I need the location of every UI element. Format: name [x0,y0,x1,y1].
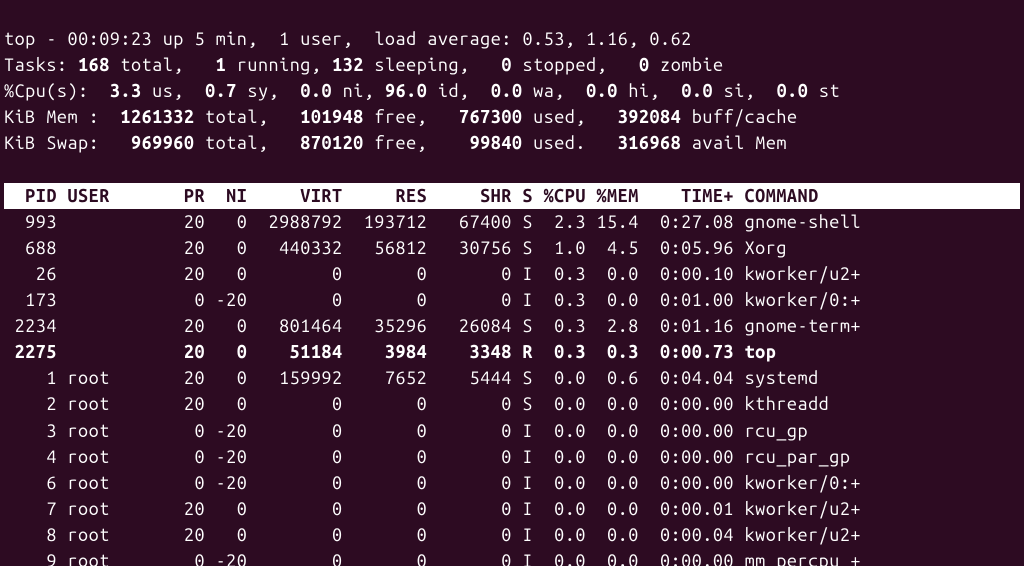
process-row[interactable]: 8 root 20 0 0 0 0 I 0.0 0.0 0:00.04 kwor… [4,522,1020,548]
process-row[interactable]: 4 root 0 -20 0 0 0 I 0.0 0.0 0:00.00 rcu… [4,444,1020,470]
process-row[interactable]: 7 root 20 0 0 0 0 I 0.0 0.0 0:00.01 kwor… [4,496,1020,522]
process-row[interactable]: 6 root 0 -20 0 0 0 I 0.0 0.0 0:00.00 kwo… [4,470,1020,496]
process-row[interactable]: 26 20 0 0 0 0 I 0.3 0.0 0:00.10 kworker/… [4,261,1020,287]
process-row[interactable]: 173 0 -20 0 0 0 I 0.3 0.0 0:01.00 kworke… [4,287,1020,313]
summary-line-3: %Cpu(s): 3.3 us, 0.7 sy, 0.0 ni, 96.0 id… [4,81,840,101]
process-row[interactable]: 993 20 0 2988792 193712 67400 S 2.3 15.4… [4,209,1020,235]
summary-line-1: top - 00:09:23 up 5 min, 1 user, load av… [4,29,692,49]
summary-line-5: KiB Swap: 969960 total, 870120 free, 998… [4,133,787,153]
process-row[interactable]: 2 root 20 0 0 0 0 S 0.0 0.0 0:00.00 kthr… [4,391,1020,417]
column-header-row[interactable]: PID USER PR NI VIRT RES SHR S %CPU %MEM … [4,183,1020,209]
summary-line-4: KiB Mem : 1261332 total, 101948 free, 76… [4,107,798,127]
summary-line-2: Tasks: 168 total, 1 running, 132 sleepin… [4,55,724,75]
terminal[interactable]: top - 00:09:23 up 5 min, 1 user, load av… [0,0,1024,566]
process-row[interactable]: 1 root 20 0 159992 7652 5444 S 0.0 0.6 0… [4,365,1020,391]
process-row[interactable]: 688 20 0 440332 56812 30756 S 1.0 4.5 0:… [4,235,1020,261]
process-row[interactable]: 9 root 0 -20 0 0 0 I 0.0 0.0 0:00.00 mm_… [4,548,1020,566]
process-row[interactable]: 2275 20 0 51184 3984 3348 R 0.3 0.3 0:00… [4,339,1020,365]
process-list: 993 20 0 2988792 193712 67400 S 2.3 15.4… [4,209,1020,566]
process-row[interactable]: 3 root 0 -20 0 0 0 I 0.0 0.0 0:00.00 rcu… [4,418,1020,444]
process-row[interactable]: 2234 20 0 801464 35296 26084 S 0.3 2.8 0… [4,313,1020,339]
